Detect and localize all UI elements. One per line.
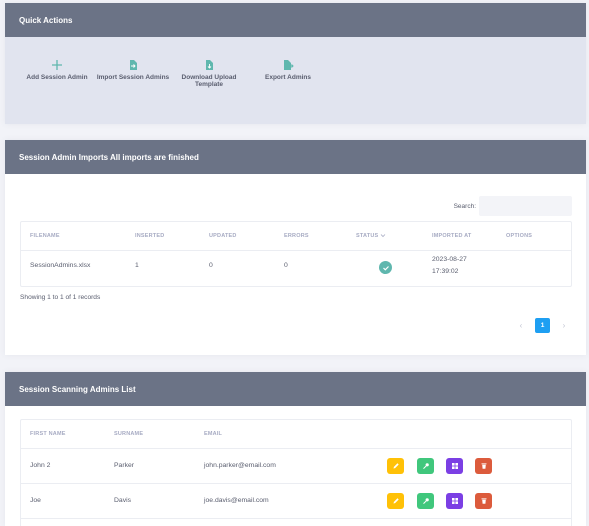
download-upload-template-label: Download Upload Template (181, 74, 237, 89)
manage-button[interactable] (446, 493, 463, 509)
file-import-icon (130, 60, 137, 70)
page-1-button[interactable]: 1 (535, 318, 550, 333)
trash-icon (481, 498, 486, 504)
reset-password-button[interactable] (417, 458, 434, 474)
cell-surname: Davis (114, 497, 131, 504)
col-status-label: STATUS (356, 233, 379, 239)
next-page-button[interactable]: › (558, 321, 570, 330)
pencil-icon (393, 498, 399, 504)
export-admins-button[interactable]: Export Admins (250, 59, 326, 81)
edit-button[interactable] (387, 493, 404, 509)
col-first-name[interactable]: FIRST NAME (30, 431, 66, 437)
file-download-icon (206, 60, 213, 70)
quick-actions-body: Add Session Admin Import Session Admins … (5, 37, 586, 124)
imports-table: FILENAME INSERTED UPDATED ERRORS STATUS … (20, 221, 572, 287)
col-imported-at[interactable]: IMPORTED AT (432, 233, 471, 239)
cell-imported-date: 2023-08-27 (432, 256, 467, 263)
trash-icon (481, 463, 486, 469)
quick-actions-header: Quick Actions (5, 3, 586, 37)
col-errors[interactable]: ERRORS (284, 233, 309, 239)
records-info: Showing 1 to 1 of 1 records (20, 294, 101, 301)
cell-imported-time: 17:39:02 (432, 268, 459, 275)
status-finished-icon (379, 261, 392, 274)
download-upload-template-button[interactable]: Download Upload Template (171, 59, 247, 89)
manage-button[interactable] (446, 458, 463, 474)
cell-first-name: Joe (30, 497, 41, 504)
col-updated[interactable]: UPDATED (209, 233, 237, 239)
delete-button[interactable] (475, 493, 492, 509)
grid-icon (451, 498, 458, 504)
table-row: SessionAdmins.xlsx 1 0 0 2023-08-27 17:3… (21, 251, 571, 287)
add-session-admin-label: Add Session Admin (26, 74, 88, 81)
table-row: Joe Davis joe.davis@email.com (21, 484, 571, 519)
key-icon (422, 498, 429, 504)
cell-email: john.parker@email.com (204, 462, 276, 469)
cell-filename: SessionAdmins.xlsx (30, 262, 91, 269)
search-label: Search: (453, 202, 476, 210)
col-email[interactable]: EMAIL (204, 431, 222, 437)
cell-surname: Parker (114, 462, 135, 469)
key-icon (422, 463, 429, 469)
admins-card: Session Scanning Admins List FIRST NAME … (5, 372, 586, 526)
reset-password-button[interactable] (417, 493, 434, 509)
chevron-down-icon (380, 234, 386, 238)
cell-errors: 0 (284, 262, 288, 269)
plus-icon (52, 60, 62, 70)
table-header-row: FILENAME INSERTED UPDATED ERRORS STATUS … (21, 222, 571, 251)
edit-button[interactable] (387, 458, 404, 474)
import-session-admins-button[interactable]: Import Session Admins (95, 59, 171, 81)
cell-first-name: John 2 (30, 462, 51, 469)
table-header-row: FIRST NAME SURNAME EMAIL (21, 420, 571, 449)
imports-card: Session Admin Imports All imports are fi… (5, 140, 586, 355)
cell-email: joe.davis@email.com (204, 497, 269, 504)
cell-updated: 0 (209, 262, 213, 269)
quick-actions-title: Quick Actions (19, 15, 73, 25)
col-filename[interactable]: FILENAME (30, 233, 60, 239)
pagination: ‹ 1 › (515, 318, 570, 333)
imports-header: Session Admin Imports All imports are fi… (5, 140, 586, 174)
imports-title: Session Admin Imports All imports are fi… (19, 152, 199, 162)
col-status[interactable]: STATUS (356, 233, 386, 239)
col-inserted[interactable]: INSERTED (135, 233, 164, 239)
export-admins-label: Export Admins (265, 74, 311, 81)
grid-icon (451, 463, 458, 469)
quick-actions-card: Quick Actions Add Session Admin Import S… (5, 3, 586, 124)
admins-title: Session Scanning Admins List (19, 384, 136, 394)
col-options: OPTIONS (506, 233, 533, 239)
delete-button[interactable] (475, 458, 492, 474)
search-input[interactable] (479, 196, 572, 216)
table-row: John 2 Parker john.parker@email.com (21, 449, 571, 484)
import-session-admins-label: Import Session Admins (96, 74, 170, 81)
file-export-icon (284, 60, 294, 70)
cell-inserted: 1 (135, 262, 139, 269)
add-session-admin-button[interactable]: Add Session Admin (19, 59, 95, 81)
admins-header: Session Scanning Admins List (5, 372, 586, 406)
pencil-icon (393, 463, 399, 469)
search-box: Search: (454, 196, 572, 216)
prev-page-button[interactable]: ‹ (515, 321, 527, 330)
col-surname[interactable]: SURNAME (114, 431, 143, 437)
admins-table: FIRST NAME SURNAME EMAIL John 2 Parker j… (20, 419, 572, 526)
